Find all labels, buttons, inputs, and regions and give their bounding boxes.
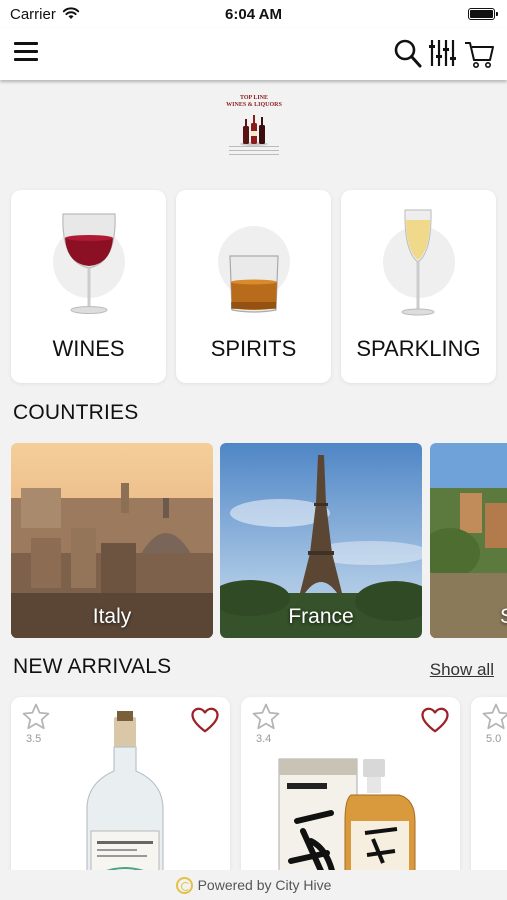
new-arrivals-title: NEW ARRIVALS	[13, 655, 172, 678]
logo-fine-print	[229, 146, 279, 160]
category-card-spirits[interactable]: SPIRITS	[176, 190, 331, 383]
red-wine-glass-icon	[62, 213, 116, 314]
category-card-wines[interactable]: WINES	[11, 190, 166, 383]
menu-icon[interactable]	[14, 42, 38, 62]
countries-title: COUNTRIES	[13, 401, 139, 424]
cart-icon[interactable]	[463, 36, 495, 70]
country-card-italy[interactable]: Italy	[11, 443, 213, 638]
city-hive-logo-icon	[175, 877, 193, 894]
category-label: SPIRITS	[210, 336, 297, 361]
rating-value: 3.4	[256, 733, 272, 745]
rating-value: 5.0	[486, 733, 502, 745]
logo-bottles-icon	[240, 115, 268, 146]
battery-icon	[468, 8, 498, 20]
star-icon[interactable]	[251, 702, 281, 732]
star-icon[interactable]	[21, 702, 51, 732]
logo-line1: TOP LINE	[239, 95, 269, 101]
heart-icon[interactable]	[420, 706, 450, 734]
store-logo: TOP LINE WINES & LIQUORS	[217, 86, 291, 170]
logo-line2: WINES & LIQUORS	[226, 102, 282, 108]
show-all-link[interactable]: Show all	[430, 660, 494, 680]
champagne-flute-icon	[401, 209, 435, 316]
powered-by-text: Powered by City Hive	[197, 877, 332, 893]
country-card-france[interactable]: France	[220, 443, 422, 638]
spain-photo	[430, 443, 507, 638]
status-bar: Carrier 6:04 AM	[0, 0, 507, 28]
powered-by-footer: Powered by City Hive	[0, 870, 507, 900]
whiskey-glass-icon	[229, 255, 279, 313]
star-icon[interactable]	[481, 702, 507, 732]
rating-value: 3.5	[26, 733, 42, 745]
filter-icon[interactable]	[427, 36, 457, 70]
country-card-spain[interactable]: S	[430, 443, 507, 638]
heart-icon[interactable]	[190, 706, 220, 734]
search-icon[interactable]	[392, 36, 424, 70]
category-card-sparkling[interactable]: SPARKLING	[341, 190, 496, 383]
category-label: SPARKLING	[356, 336, 481, 361]
country-label: S	[500, 605, 507, 629]
logo-text: TOP LINE WINES & LIQUORS	[217, 95, 291, 109]
country-label: France	[288, 605, 354, 628]
status-time: 6:04 AM	[225, 6, 282, 23]
country-label: Italy	[92, 605, 132, 628]
category-label: WINES	[52, 336, 125, 361]
app-header	[0, 28, 507, 80]
